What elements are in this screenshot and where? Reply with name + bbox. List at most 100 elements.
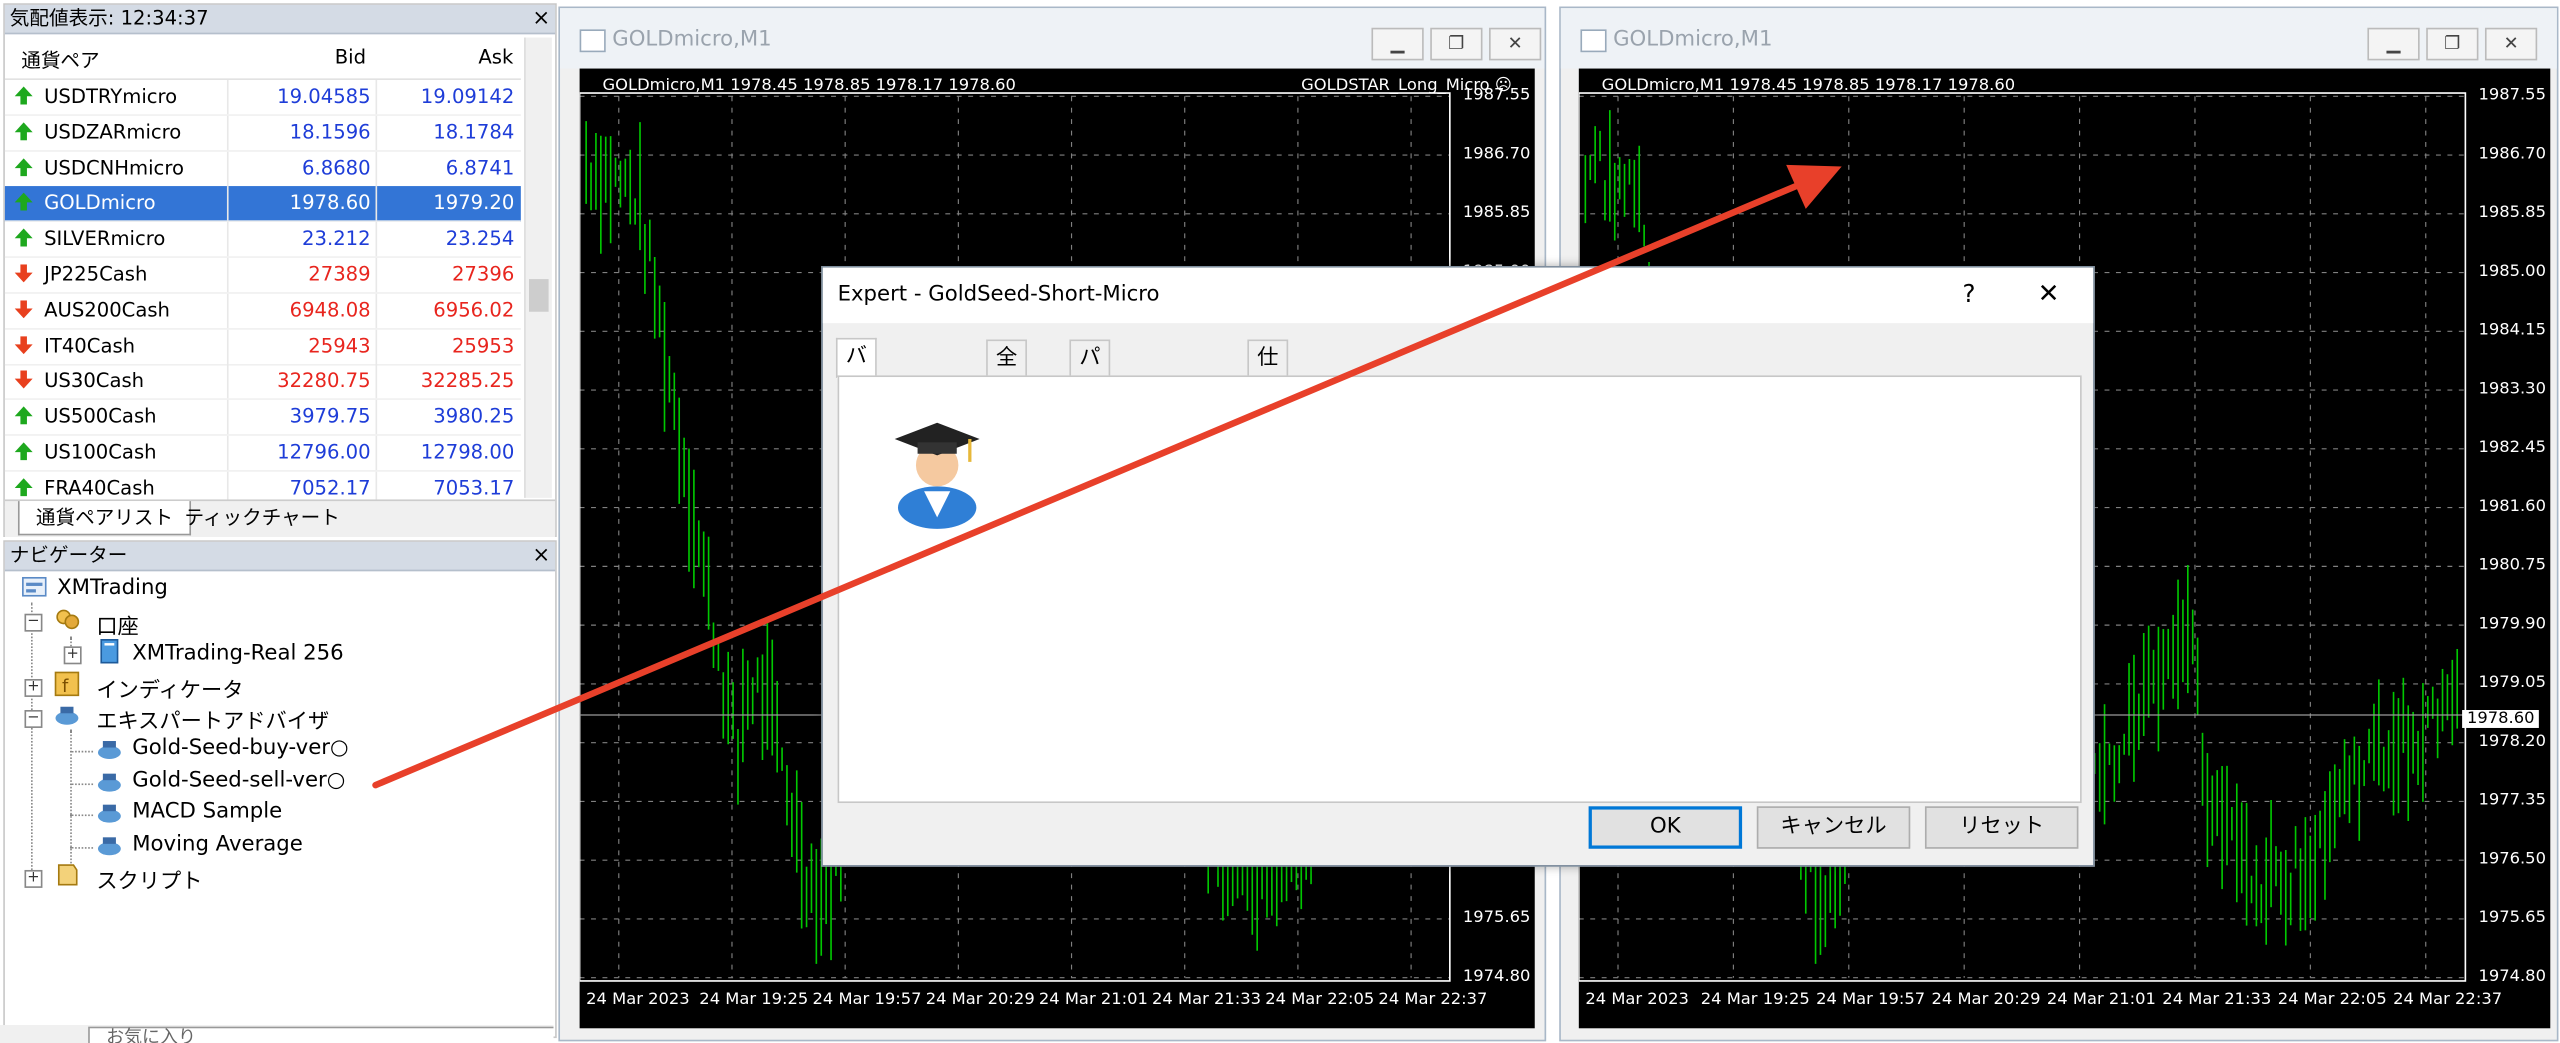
- expand-icon[interactable]: +: [24, 678, 43, 697]
- expert-properties-dialog: Expert - GoldSeed-Short-Micro ? ✕ バージョン情…: [821, 266, 2095, 867]
- market-watch-row[interactable]: AUS200Cash 6948.08 6956.02: [4, 293, 521, 330]
- market-watch-title: 気配値表示: 12:34:37: [4, 4, 556, 35]
- x-axis-tick: 24 Mar 19:57: [1816, 990, 1926, 1009]
- restore-button[interactable]: ❐: [1430, 27, 1483, 61]
- symbol-name: IT40Cash: [44, 333, 136, 357]
- chart-icon: [579, 29, 606, 53]
- tab-input-parameters[interactable]: パラメーターの入力: [1069, 339, 1111, 658]
- ask-price: 27396: [451, 262, 515, 286]
- col-symbol-header[interactable]: 通貨ペア: [21, 46, 99, 74]
- col-ask-header[interactable]: Ask: [478, 46, 513, 69]
- y-axis-tick: 1982.45: [2478, 439, 2546, 458]
- tab-specification[interactable]: 仕様: [1247, 339, 1289, 406]
- collapse-icon[interactable]: −: [24, 710, 43, 728]
- y-axis-tick: 1986.70: [1462, 145, 1531, 164]
- close-icon[interactable]: ×: [532, 5, 550, 33]
- close-button[interactable]: ✕: [1489, 27, 1542, 61]
- bid-price: 18.1596: [289, 120, 371, 144]
- y-axis-tick: 1987.55: [2478, 86, 2546, 105]
- scrollbar-thumb[interactable]: [528, 279, 549, 312]
- market-watch-row[interactable]: USDCNHmicro 6.8680 6.8741: [4, 151, 521, 188]
- nav-indicators-label[interactable]: インディケータ: [96, 672, 243, 703]
- ask-price: 19.09142: [420, 84, 515, 108]
- nav-scripts-label[interactable]: スクリプト: [96, 863, 202, 894]
- nav-expert-item[interactable]: Gold-Seed-sell-ver○: [132, 768, 345, 792]
- up-arrow-icon: [14, 406, 33, 425]
- market-watch-scrollbar[interactable]: [524, 37, 552, 498]
- up-arrow-icon: [14, 193, 33, 212]
- y-axis-tick: 1985.00: [2478, 262, 2546, 281]
- market-watch-row[interactable]: US500Cash 3979.75 3980.25: [4, 400, 521, 437]
- x-axis-tick: 24 Mar 21:33: [2162, 990, 2272, 1009]
- tab-common[interactable]: 全般: [986, 339, 1027, 406]
- chart-window-titlebar[interactable]: GOLDmicro,M1 ▁ ❐ ✕: [1560, 8, 2557, 69]
- market-watch-row[interactable]: USDZARmicro 18.1596 18.1784: [4, 115, 521, 152]
- close-icon[interactable]: ×: [532, 542, 550, 570]
- ask-price: 6.8741: [445, 156, 515, 179]
- down-arrow-icon: [14, 371, 33, 390]
- expert-advisor-icon: [97, 741, 121, 759]
- down-arrow-icon: [14, 335, 33, 354]
- dialog-titlebar[interactable]: Expert - GoldSeed-Short-Micro ? ✕: [822, 267, 2094, 324]
- nav-expert-item[interactable]: Moving Average: [132, 832, 303, 856]
- nav-expert-item[interactable]: MACD Sample: [132, 800, 282, 824]
- market-watch-row[interactable]: US100Cash 12796.00 12798.00: [4, 435, 521, 472]
- up-arrow-icon: [14, 86, 33, 105]
- symbol-name: US100Cash: [44, 440, 157, 464]
- bid-price: 32280.75: [277, 369, 371, 393]
- minimize-button[interactable]: ▁: [2367, 27, 2420, 61]
- symbol-name: JP225Cash: [44, 262, 148, 286]
- tab-favorites[interactable]: お気に入り: [88, 1026, 554, 1043]
- nav-experts-label[interactable]: エキスパートアドバイザ: [96, 703, 329, 734]
- dialog-close-button[interactable]: ✕: [2038, 277, 2060, 308]
- market-watch-row[interactable]: US30Cash 32280.75 32285.25: [4, 364, 521, 401]
- symbol-name: FRA40Cash: [44, 476, 155, 500]
- bid-price: 23.212: [302, 227, 371, 251]
- y-axis-tick: 1981.60: [2478, 497, 2546, 516]
- y-axis-tick: 1986.70: [2478, 145, 2546, 164]
- market-watch-row[interactable]: USDTRYmicro 19.04585 19.09142: [4, 79, 521, 116]
- restore-button[interactable]: ❐: [2426, 27, 2479, 61]
- ask-price: 3980.25: [433, 405, 515, 428]
- up-arrow-icon: [14, 442, 33, 461]
- expand-icon[interactable]: +: [24, 869, 43, 888]
- tab-version-info[interactable]: バージョン情報: [835, 337, 877, 584]
- expert-advisor-icon: [97, 836, 121, 855]
- nav-accounts-label[interactable]: 口座: [96, 609, 138, 639]
- market-watch-row[interactable]: SILVERmicro 23.212 23.254: [4, 222, 521, 259]
- y-axis-tick: 1987.55: [1462, 86, 1531, 105]
- market-watch-row[interactable]: JP225Cash 27389 27396: [4, 257, 521, 294]
- ask-price: 18.1784: [433, 120, 515, 144]
- symbol-name: GOLDmicro: [44, 191, 156, 215]
- tab-tick-chart[interactable]: ティックチャート: [168, 501, 356, 534]
- ask-price: 7053.17: [433, 476, 515, 500]
- collapse-icon[interactable]: −: [24, 613, 43, 632]
- x-axis-tick: 24 Mar 21:33: [1152, 990, 1262, 1009]
- expand-icon[interactable]: +: [63, 646, 82, 665]
- ask-price: 6956.02: [433, 298, 515, 322]
- nav-expert-item[interactable]: Gold-Seed-buy-ver○: [132, 736, 348, 760]
- indicators-icon: f: [54, 671, 80, 697]
- help-button[interactable]: ?: [1963, 279, 1976, 308]
- cancel-button[interactable]: キャンセル: [1756, 806, 1911, 849]
- x-axis-tick: 24 Mar 2023: [586, 990, 690, 1009]
- market-watch-panel: 気配値表示: 12:34:37 × 通貨ペア Bid Ask USDTRYmic…: [3, 3, 557, 537]
- col-bid-header[interactable]: Bid: [335, 46, 366, 69]
- tab-symbol-list[interactable]: 通貨ペアリスト: [17, 501, 192, 536]
- market-watch-row[interactable]: IT40Cash 25943 25953: [4, 329, 521, 365]
- nav-account-item[interactable]: XMTrading-Real 256: [132, 641, 343, 665]
- y-axis-tick: 1974.80: [2478, 967, 2546, 986]
- chart-window-titlebar[interactable]: GOLDmicro,M1 ▁ ❐ ✕: [560, 8, 1545, 69]
- market-watch-row[interactable]: GOLDmicro 1978.60 1979.20: [4, 186, 521, 223]
- accounts-icon: [56, 609, 80, 630]
- ok-button[interactable]: OK: [1588, 806, 1743, 849]
- close-button[interactable]: ✕: [2484, 27, 2538, 61]
- bid-price: 19.04585: [277, 84, 371, 108]
- nav-root-label[interactable]: XMTrading: [57, 576, 168, 600]
- bid-price: 6.8680: [302, 156, 371, 179]
- up-arrow-icon: [14, 228, 33, 247]
- reset-button[interactable]: リセット: [1924, 806, 2079, 849]
- bid-price: 7052.17: [289, 476, 371, 500]
- minimize-button[interactable]: ▁: [1371, 27, 1424, 61]
- symbol-name: USDTRYmicro: [44, 84, 178, 108]
